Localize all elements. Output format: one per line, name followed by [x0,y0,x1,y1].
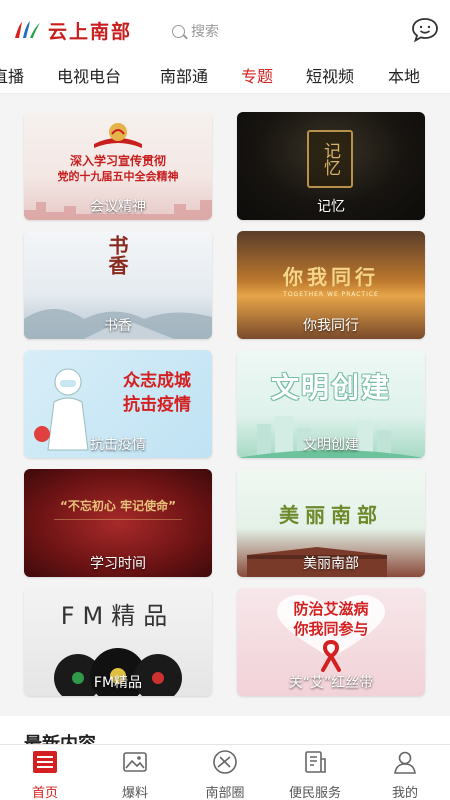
divider-line [54,519,182,520]
card-image-subtitle: 你我同参与 [293,620,369,638]
card-image-title: 书香 [105,235,129,275]
card-label: FM精品 [93,675,143,691]
party-emblem-icon [94,123,142,148]
logo-mark-icon [15,21,40,38]
topic-card-fm[interactable]: FM精品 FM精品 [24,588,212,696]
search-placeholder: 搜索 [191,24,219,40]
user-icon [394,751,416,774]
topic-card-beautiful[interactable]: 美丽南部 美丽南部 [237,469,425,577]
nav-item-home[interactable]: 首页 [5,749,85,800]
home-icon [33,751,57,773]
card-image-title: 美丽南部 [279,503,383,527]
red-ribbon-icon [321,640,341,672]
card-image-title: 防治艾滋病 [293,600,369,618]
nav-item-service[interactable]: 便民服务 [275,749,355,800]
card-image-title: FM精品 [60,602,176,630]
topic-card-memory[interactable]: 记忆 记忆 [237,112,425,220]
card-image-title: 深入学习宣传贯彻 [69,154,166,168]
image-icon [123,752,147,772]
nav-label: 首页 [31,786,58,800]
nav-item-circle[interactable]: 南部圈 [185,749,265,800]
card-image-title: 你我同行 [283,265,379,289]
topic-card-red-ribbon[interactable]: 防治艾滋病 你我同参与 关“艾”红丝带 [237,588,425,696]
card-image-subtitle: 党的十九届五中全会精神 [57,170,179,183]
logo-text: 云上南部 [48,20,133,43]
topic-card-book[interactable]: 书香 书香 [24,231,212,339]
card-image-title: 文明创建 [270,371,391,404]
top-header: 云上南部 搜索 [0,0,450,60]
card-label: 美丽南部 [303,556,359,572]
topic-card-epidemic[interactable]: 众志成城 抗击疫情 抗击疫情 [24,350,212,458]
tab-nanbutong[interactable]: 南部通 [160,63,208,87]
nav-label: 便民服务 [288,786,341,800]
nav-label: 爆料 [121,786,148,800]
channel-tabs: 直播 电视电台 南部通 专题 短视频 本地 [0,60,450,94]
search-icon [172,24,185,38]
topic-card-study[interactable]: “不忘初心 牢记使命” 学习时间 [24,469,212,577]
tab-special[interactable]: 专题 [241,63,273,87]
app-screen: { "header": { "logo_text": "云上南部", "sear… [0,0,450,800]
tab-tv-radio[interactable]: 电视电台 [57,63,121,87]
chat-bubble-icon[interactable] [410,16,440,44]
card-label: 你我同行 [303,318,359,334]
tab-local[interactable]: 本地 [388,63,420,87]
topic-card-together[interactable]: 你我同行 TOGETHER WE PRACTICE 你我同行 [237,231,425,339]
nav-item-report[interactable]: 爆料 [95,749,175,800]
topic-card-civilization[interactable]: 文明创建 文明创建 [237,350,425,458]
service-icon [305,751,326,773]
tab-live[interactable]: 直播 [0,63,24,87]
compass-icon [213,750,237,774]
card-label: 会议精神 [90,199,146,215]
card-image-subtitle: TOGETHER WE PRACTICE [283,291,379,298]
card-label: 文明创建 [303,437,359,453]
topic-card-meeting[interactable]: 深入学习宣传贯彻 党的十九届五中全会精神 会议精神 [24,112,212,220]
card-label: 书香 [104,318,132,334]
bottom-navigation: 首页 爆料 南部圈 便民服务 我的 [0,744,450,800]
app-logo[interactable]: 云上南部 [12,14,132,46]
card-label: 记忆 [317,199,345,215]
nav-label: 南部圈 [205,786,245,800]
card-label: 抗击疫情 [90,437,146,453]
nav-label: 我的 [391,786,418,800]
search-bar[interactable]: 搜索 [172,20,219,42]
tab-short-video[interactable]: 短视频 [306,63,354,87]
card-image-subtitle: 抗击疫情 [123,395,191,415]
card-image-title: 记忆 [320,142,340,176]
nav-item-mine[interactable]: 我的 [365,749,445,800]
card-image-title: “不忘初心 牢记使命” [60,499,176,513]
card-label: 学习时间 [90,556,146,572]
card-label: 关“艾”红丝带 [288,675,374,691]
card-image-title: 众志成城 [123,371,191,391]
